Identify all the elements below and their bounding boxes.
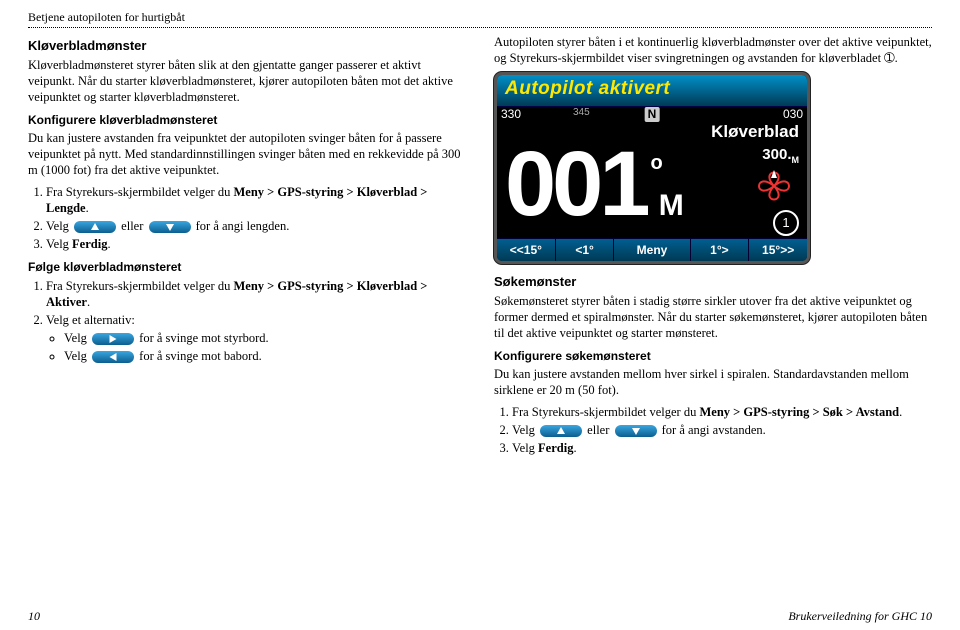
para-autopilot-desc: Autopiloten styrer båten i et kontinuerl… (494, 34, 932, 66)
page-footer: 10 Brukerveiledning for GHC 10 (28, 609, 932, 624)
callout-marker-1: 1 (773, 210, 799, 236)
menu-path: Ferdig (72, 237, 107, 251)
step-text: eller (121, 219, 146, 233)
step-text: eller (587, 423, 612, 437)
compass-tick: 330 (501, 107, 521, 122)
para-configure-search: Du kan justere avstanden mellom hver sir… (494, 366, 932, 398)
arrow-right-icon (92, 333, 134, 345)
ap-heading: 001 (505, 145, 647, 223)
arrow-up-icon (74, 221, 116, 233)
page-number: 10 (28, 609, 40, 624)
ap-distance: 300.M (749, 145, 799, 167)
step-text: for å angi avstanden. (662, 423, 766, 437)
bullet-text: Velg (64, 331, 90, 345)
para-cloverleaf-intro: Kløverbladmønsteret styrer båten slik at… (28, 57, 466, 105)
ap-compass: 330 345 N 030 Kløverblad (497, 107, 807, 145)
divider (28, 27, 932, 28)
arrow-down-icon (149, 221, 191, 233)
list-item: Fra Styrekurs-skjermbildet velger du Men… (46, 184, 466, 216)
list-item: Fra Styrekurs-skjermbildet velger du Men… (46, 278, 466, 310)
list-item: Velg eller for å angi avstanden. (512, 422, 932, 438)
ap-main: 001 o M 300.M 1 (497, 145, 807, 239)
softkey-menu[interactable]: Meny (614, 239, 690, 261)
step-text: Velg (512, 423, 538, 437)
para-configure-cloverleaf: Du kan justere avstanden fra veipunktet … (28, 130, 466, 178)
ap-title: Autopilot aktivert (497, 75, 807, 106)
step-text: Fra Styrekurs-skjermbildet velger du (46, 279, 233, 293)
softkey-left1[interactable]: <1° (556, 239, 615, 261)
list-item: Fra Styrekurs-skjermbildet velger du Men… (512, 404, 932, 420)
heading-cloverleaf: Kløverbladmønster (28, 38, 466, 55)
list-item: Velg et alternativ: Velg for å svinge mo… (46, 312, 466, 364)
ap-distance-value: 300. (762, 146, 791, 163)
ap-heading-unit: M (659, 187, 684, 225)
list-item: Velg Ferdig. (46, 236, 466, 252)
compass-tick: 345 (573, 107, 590, 120)
bullet-text: Velg (64, 349, 90, 363)
doc-title: Brukerveiledning for GHC 10 (788, 609, 932, 624)
steps-configure-search: Fra Styrekurs-skjermbildet velger du Men… (512, 404, 932, 456)
compass-tick: 030 (783, 107, 803, 122)
list-item: Velg for å svinge mot babord. (64, 348, 466, 364)
heading-search: Søkemønster (494, 274, 932, 291)
step-text: Velg (46, 237, 72, 251)
softkey-right15[interactable]: 15°>> (749, 239, 807, 261)
step-text: for å angi lengden. (196, 219, 290, 233)
arrow-left-icon (92, 351, 134, 363)
heading-follow-cloverleaf: Følge kløverbladmønsteret (28, 260, 466, 275)
bullet-text: for å svinge mot babord. (139, 349, 262, 363)
heading-configure-search: Konfigurere søkemønsteret (494, 349, 932, 364)
list-item: Velg Ferdig. (512, 440, 932, 456)
left-column: Kløverbladmønster Kløverbladmønsteret st… (28, 32, 466, 460)
ap-distance-unit: M (792, 155, 800, 165)
steps-configure-cloverleaf: Fra Styrekurs-skjermbildet velger du Men… (46, 184, 466, 252)
step-text: Velg et alternativ: (46, 313, 135, 327)
ap-softkeys: <<15° <1° Meny 1°> 15°>> (497, 238, 807, 261)
heading-configure-cloverleaf: Konfigurere kløverbladmønsteret (28, 113, 466, 128)
step-text: Velg (512, 441, 538, 455)
menu-path: Ferdig (538, 441, 573, 455)
steps-follow-cloverleaf: Fra Styrekurs-skjermbildet velger du Men… (46, 278, 466, 364)
page-header: Betjene autopiloten for hurtigbåt (28, 10, 932, 25)
softkey-left15[interactable]: <<15° (497, 239, 556, 261)
menu-path: Meny > GPS-styring > Søk > Avstand (699, 405, 899, 419)
list-item: Velg eller for å angi lengden. (46, 218, 466, 234)
ap-mode-label: Kløverblad (711, 121, 799, 143)
step-text: Fra Styrekurs-skjermbildet velger du (512, 405, 699, 419)
step-text: Velg (46, 219, 72, 233)
arrow-down-icon (615, 425, 657, 437)
right-column: Autopiloten styrer båten i et kontinuerl… (494, 32, 932, 460)
softkey-right1[interactable]: 1°> (691, 239, 750, 261)
cloverleaf-icon (749, 168, 799, 204)
para-search-intro: Søkemønsteret styrer båten i stadig stør… (494, 293, 932, 341)
autopilot-screen: Autopilot aktivert 330 345 N 030 Kløverb… (494, 72, 810, 264)
step-text: Fra Styrekurs-skjermbildet velger du (46, 185, 233, 199)
degree-icon: o (651, 151, 663, 177)
arrow-up-icon (540, 425, 582, 437)
list-item: Velg for å svinge mot styrbord. (64, 330, 466, 346)
compass-north: N (645, 107, 660, 122)
bullet-text: for å svinge mot styrbord. (139, 331, 269, 345)
